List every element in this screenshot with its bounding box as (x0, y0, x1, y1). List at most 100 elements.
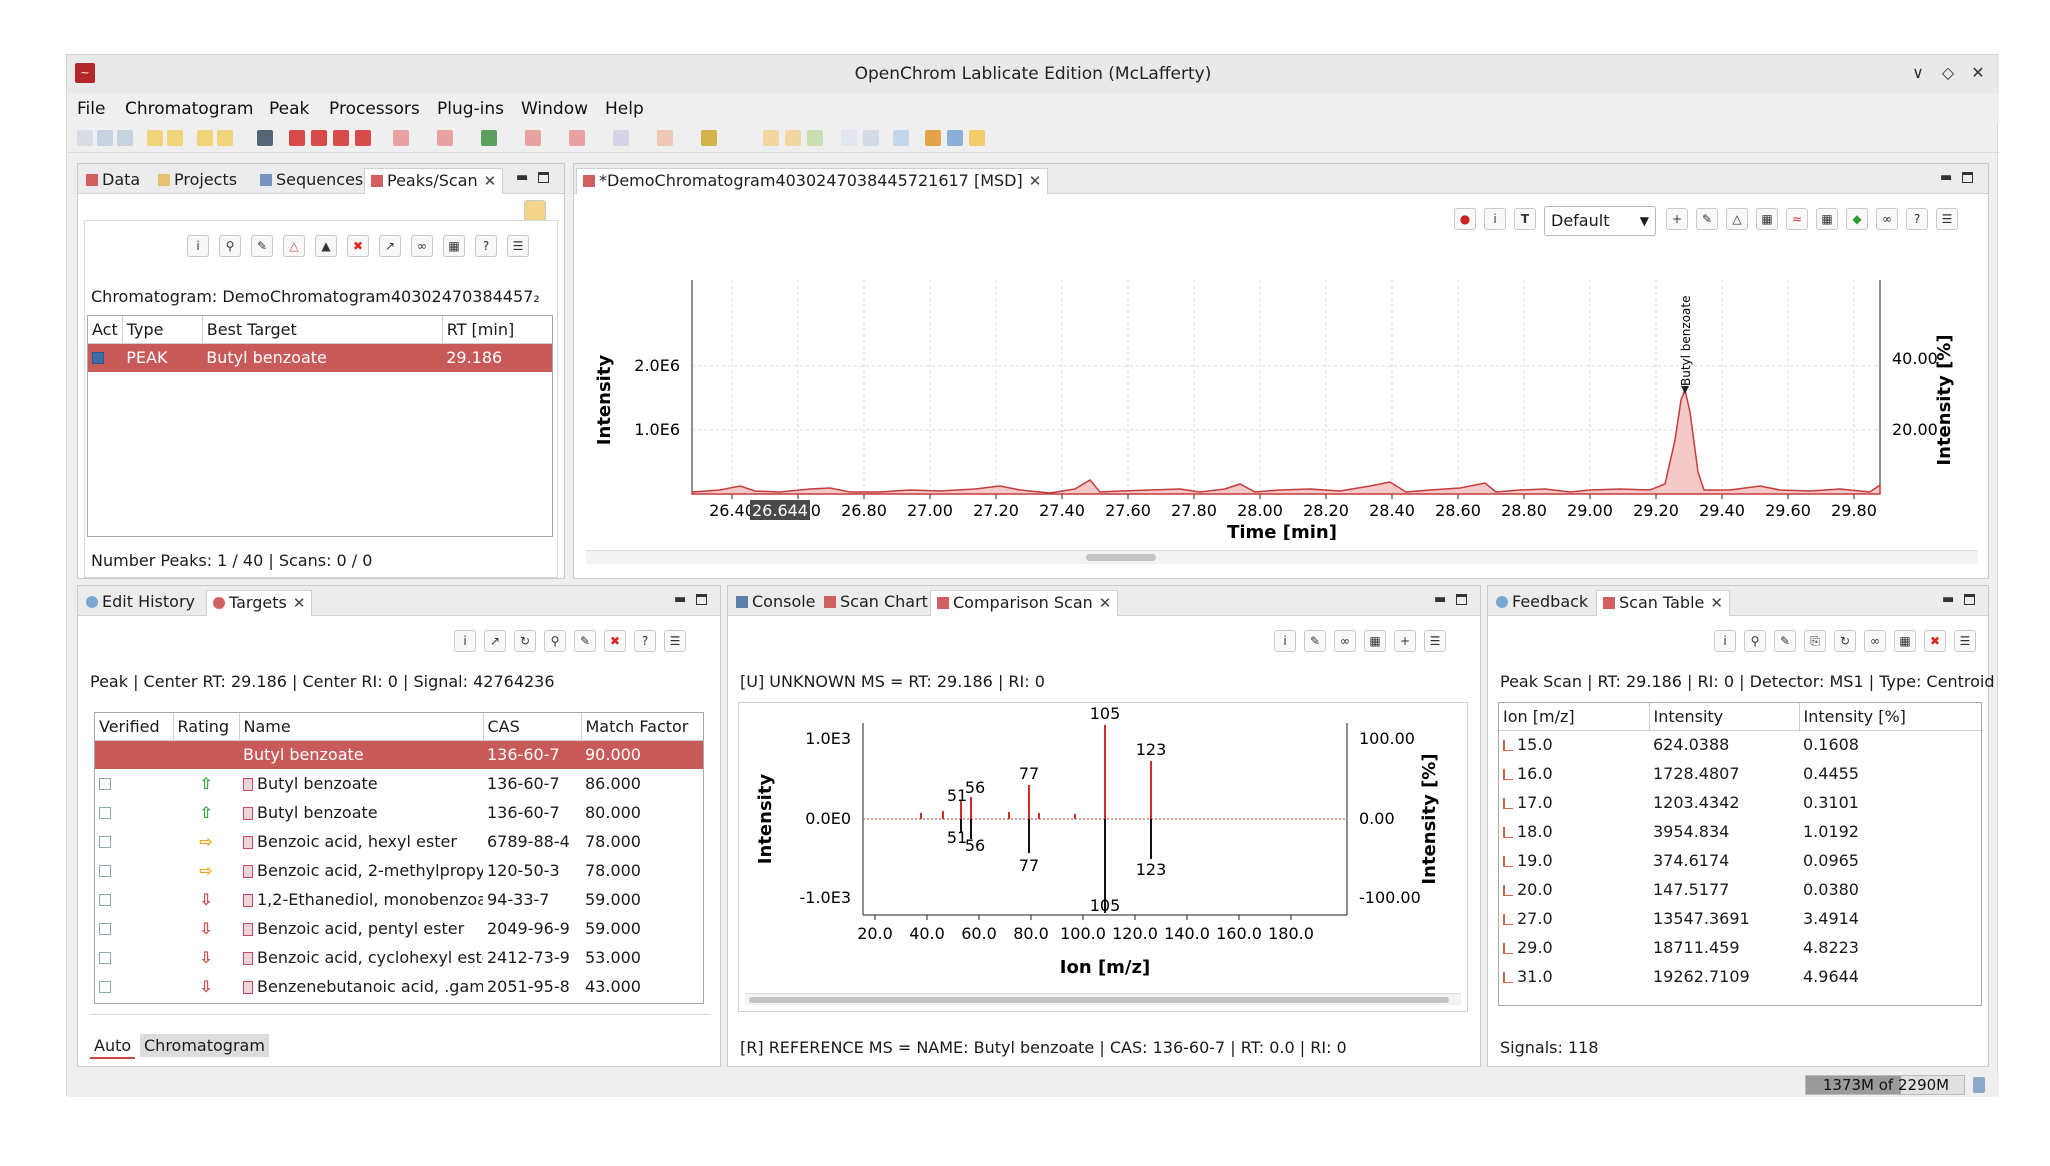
tag-icon[interactable]: ◆ (1846, 208, 1868, 230)
info-icon[interactable]: i (187, 235, 209, 257)
record-icon[interactable]: ● (1454, 208, 1476, 230)
info-icon[interactable] (893, 130, 909, 146)
col-verified[interactable]: Verified (95, 713, 174, 741)
col-match-factor[interactable]: Match Factor (581, 713, 703, 741)
scrollbar-thumb[interactable] (1086, 554, 1156, 561)
zoom-icon[interactable]: + (1666, 208, 1688, 230)
minimize-panel-icon[interactable]: ▬ (674, 592, 686, 607)
menu-processors[interactable]: Processors (329, 99, 420, 119)
print-icon[interactable]: ▦ (1756, 208, 1778, 230)
identifier-icon[interactable] (569, 130, 585, 146)
maximize-panel-icon[interactable] (538, 172, 549, 183)
link-icon[interactable]: ∞ (1334, 630, 1356, 652)
table-row[interactable]: Butyl benzoate 136-60-7 90.000 (95, 740, 703, 769)
save-icon[interactable] (97, 130, 113, 146)
zoom-icon[interactable]: + (1394, 630, 1416, 652)
menu-peak[interactable]: Peak (269, 99, 309, 119)
peak-detector-icon[interactable] (525, 130, 541, 146)
table-row[interactable]: 16.0 1728.4807 0.4455 (1499, 759, 1981, 788)
comparison-chart[interactable]: Intensity Intensity [%] 1.0E3 0.0E0 -1.0… (739, 703, 1469, 993)
info-icon[interactable]: i (1274, 630, 1296, 652)
tab-console[interactable]: Console (730, 590, 822, 616)
heap-status[interactable]: 1373M of 2290M (1805, 1075, 1965, 1095)
panel-menu-icon[interactable]: ☰ (664, 630, 686, 652)
minimize-panel-icon[interactable]: ▬ (516, 170, 528, 185)
tab-scan-table[interactable]: Scan Table ✕ (1596, 590, 1730, 616)
col-best-target[interactable]: Best Target (202, 316, 443, 344)
search-icon[interactable] (841, 130, 857, 146)
verified-checkbox[interactable] (99, 778, 111, 790)
tab-sequences[interactable]: Sequences (254, 168, 369, 194)
camera-icon[interactable] (257, 130, 273, 146)
table-row[interactable]: ⇩ 1,2-Ethanediol, monobenzoa 94-33-7 59.000 (95, 885, 703, 914)
integrator-icon[interactable] (481, 130, 497, 146)
horizontal-scrollbar[interactable] (586, 550, 1978, 564)
refresh-icon[interactable]: ↻ (514, 630, 536, 652)
peak-icon[interactable]: △ (1726, 208, 1748, 230)
transfer-icon[interactable]: ↗ (379, 235, 401, 257)
back-icon[interactable] (197, 130, 213, 146)
tab-scan-chart[interactable]: Scan Chart (818, 590, 934, 616)
edit-icon[interactable]: ✎ (1304, 630, 1326, 652)
verified-checkbox[interactable] (99, 836, 111, 848)
tab-chromatogram-editor[interactable]: *DemoChromatogram4030247038445721617 [MS… (576, 168, 1049, 194)
info-icon[interactable]: i (454, 630, 476, 652)
close-tab-icon[interactable]: ✕ (293, 594, 306, 612)
wsd-icon[interactable] (333, 130, 349, 146)
save-icon[interactable]: ▦ (1894, 630, 1916, 652)
panel-menu-icon[interactable]: ☰ (1954, 630, 1976, 652)
new-icon[interactable] (77, 130, 93, 146)
tab-chromatogram[interactable]: Chromatogram (140, 1034, 269, 1057)
tab-peaks-scan[interactable]: Peaks/Scan ✕ (364, 168, 504, 194)
menu-help[interactable]: Help (605, 99, 644, 119)
save-icon[interactable]: ▦ (1364, 630, 1386, 652)
link-icon[interactable]: ∞ (1864, 630, 1886, 652)
search-icon[interactable]: ⚲ (219, 235, 241, 257)
col-name[interactable]: Name (239, 713, 484, 741)
minimize-panel-icon[interactable]: ▬ (1940, 170, 1952, 185)
help-icon[interactable]: ? (475, 235, 497, 257)
tsd-icon[interactable] (355, 130, 371, 146)
active-checkbox[interactable] (92, 352, 104, 365)
trash-icon[interactable] (1973, 1077, 1985, 1093)
col-rt[interactable]: RT [min] (442, 316, 552, 344)
tab-auto[interactable]: Auto (90, 1034, 136, 1059)
scrollbar-thumb[interactable] (749, 997, 1449, 1003)
col-cas[interactable]: CAS (483, 713, 582, 741)
verified-checkbox[interactable] (99, 807, 111, 819)
col-intensity[interactable]: Intensity (1649, 703, 1800, 731)
table-row[interactable]: ⇩ Benzenebutanoic acid, .gamr 2051-95-8 43.… (95, 972, 703, 1001)
minimize-icon[interactable]: ∨ (1907, 62, 1929, 84)
verified-checkbox[interactable] (99, 952, 111, 964)
delete-icon[interactable]: ✖ (1924, 630, 1946, 652)
menu-file[interactable]: File (77, 99, 105, 119)
panel-menu-icon[interactable]: ☰ (1424, 630, 1446, 652)
table-row[interactable]: ⇨ Benzoic acid, 2-methylpropyl 120-50-3 78.… (95, 856, 703, 885)
undo-icon[interactable] (147, 130, 163, 146)
close-window-icon[interactable]: ✕ (1967, 62, 1989, 84)
info-icon[interactable]: i (1714, 630, 1736, 652)
csd-icon[interactable] (311, 130, 327, 146)
table-row[interactable]: ⇨ Benzoic acid, hexyl ester 6789-88-4 78.00… (95, 827, 703, 856)
refresh-icon[interactable]: ↻ (1834, 630, 1856, 652)
export-image-icon[interactable] (969, 130, 985, 146)
verified-checkbox[interactable] (99, 894, 111, 906)
table-row[interactable]: 29.0 18711.459 4.8223 (1499, 933, 1981, 962)
search-icon[interactable]: ⚲ (544, 630, 566, 652)
table-icon[interactable]: ▦ (1816, 208, 1838, 230)
table-row[interactable]: ⇧ Butyl benzoate 136-60-7 86.000 (95, 769, 703, 798)
close-tab-icon[interactable]: ✕ (1029, 172, 1042, 190)
chart-icon[interactable]: ▲ (315, 235, 337, 257)
maximize-panel-icon[interactable] (1456, 594, 1467, 605)
link-icon[interactable] (807, 130, 823, 146)
tab-edit-history[interactable]: Edit History (80, 590, 201, 616)
edit-icon[interactable]: ✎ (1774, 630, 1796, 652)
table-row[interactable]: 17.0 1203.4342 0.3101 (1499, 788, 1981, 817)
forward-icon[interactable] (217, 130, 233, 146)
close-tab-icon[interactable]: ✕ (484, 172, 497, 190)
maximize-panel-icon[interactable] (1962, 172, 1973, 183)
user-icon[interactable] (925, 130, 941, 146)
delete-icon[interactable]: ✖ (347, 235, 369, 257)
col-intensity-percent[interactable]: Intensity [%] (1799, 703, 1981, 731)
close-tab-icon[interactable]: ✕ (1710, 594, 1723, 612)
